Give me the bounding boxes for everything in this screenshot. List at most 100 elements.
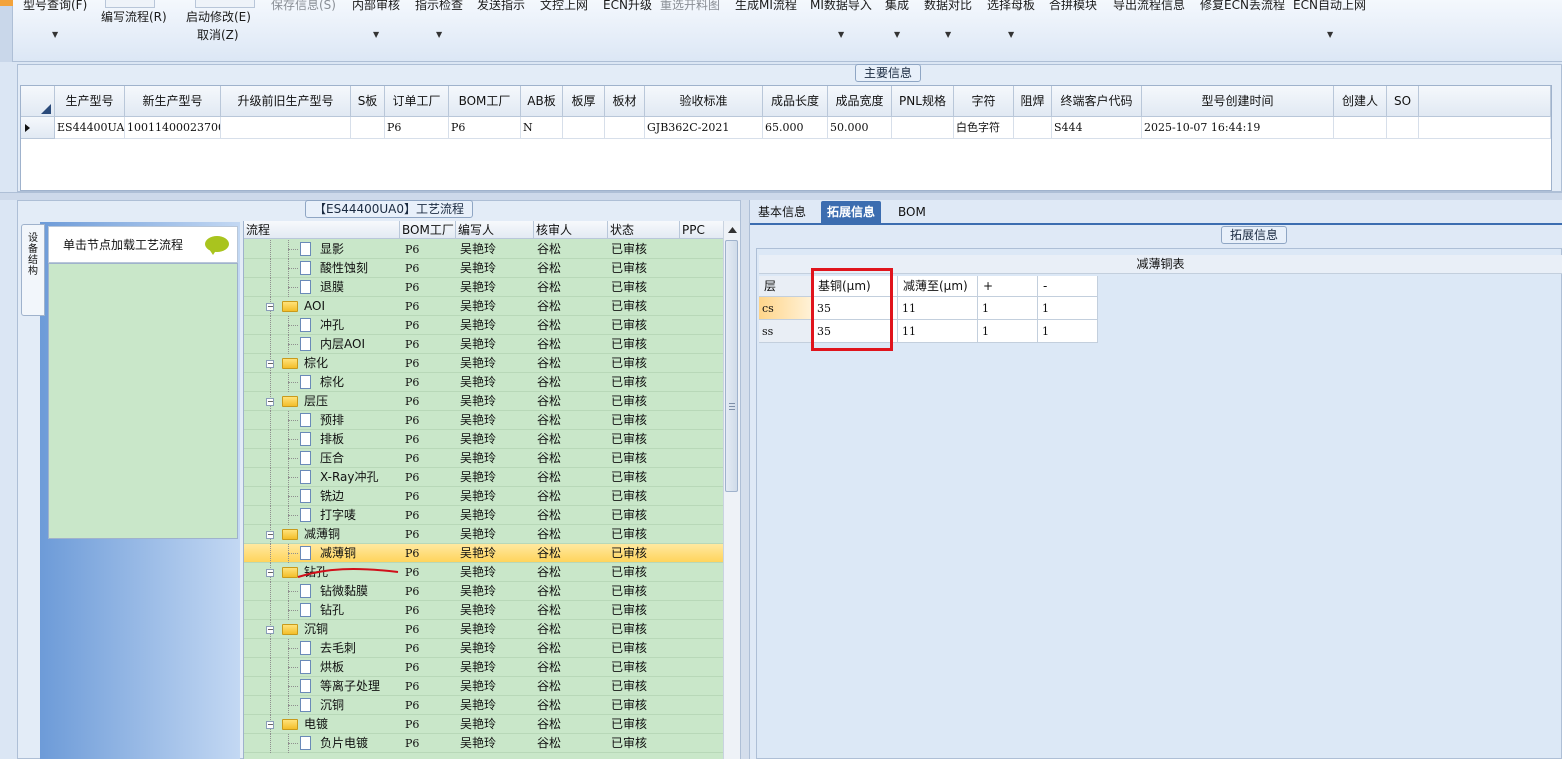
grid-cell[interactable]: P6 xyxy=(449,117,521,139)
value-cell[interactable]: 1 xyxy=(1038,297,1098,320)
tree-node-label[interactable]: 负片电镀 xyxy=(320,734,368,753)
tree-column-header[interactable]: PPC xyxy=(680,221,725,239)
tree-row[interactable]: 压合 P6 吴艳玲 谷松 已审核 xyxy=(244,449,725,468)
column-header[interactable]: BOM工厂 xyxy=(449,86,521,117)
tab-extension-info[interactable]: 拓展信息 xyxy=(821,201,882,225)
collapse-icon[interactable]: − xyxy=(266,303,274,311)
tree-node-label[interactable]: 棕化 xyxy=(304,354,328,373)
grid-cell[interactable] xyxy=(605,117,645,139)
tree-row[interactable]: 负片电镀 P6 吴艳玲 谷松 已审核 xyxy=(244,734,725,753)
tab-basic-info[interactable]: 基本信息 xyxy=(752,201,812,225)
toolbar-button[interactable]: 导出流程信息 xyxy=(1113,0,1185,13)
layer-cell[interactable]: cs xyxy=(759,297,813,320)
collapse-icon[interactable]: − xyxy=(266,531,274,539)
toolbar-button[interactable]: 文控上网 xyxy=(540,0,588,13)
column-header[interactable]: AB板 xyxy=(521,86,563,117)
toolbar-button[interactable]: ECN自动上网 ▼ xyxy=(1293,0,1366,39)
tree-node-label[interactable]: 压合 xyxy=(320,449,344,468)
grid-cell[interactable]: S444 xyxy=(1052,117,1142,139)
grid-cell[interactable] xyxy=(1387,117,1419,139)
grid-cell[interactable]: 10011400023700 xyxy=(125,117,221,139)
column-header[interactable]: 验收标准 xyxy=(645,86,763,117)
table-column-header[interactable]: - xyxy=(1038,276,1098,297)
tree-row[interactable]: 冲孔 P6 吴艳玲 谷松 已审核 xyxy=(244,316,725,335)
toolbar-button[interactable]: 取消(Z) xyxy=(197,26,239,43)
grid-cell[interactable]: N xyxy=(521,117,563,139)
tree-row[interactable]: − 减薄铜 P6 吴艳玲 谷松 已审核 xyxy=(244,525,725,544)
column-header[interactable]: 成品长度 xyxy=(763,86,828,117)
collapse-icon[interactable]: − xyxy=(266,398,274,406)
column-header[interactable]: 板材 xyxy=(605,86,645,117)
column-header[interactable]: 型号创建时间 xyxy=(1142,86,1334,117)
toolbar-button[interactable]: 数据对比 ▼ xyxy=(924,0,972,39)
tree-row[interactable]: 去毛刺 P6 吴艳玲 谷松 已审核 xyxy=(244,639,725,658)
toolbar-button[interactable]: 保存信息(S) xyxy=(271,0,336,13)
table-column-header[interactable]: + xyxy=(978,276,1038,297)
tree-row[interactable]: 烘板 P6 吴艳玲 谷松 已审核 xyxy=(244,658,725,677)
column-header[interactable]: 板厚 xyxy=(563,86,605,117)
collapse-icon[interactable]: − xyxy=(266,360,274,368)
tree-node-label[interactable]: 内层AOI xyxy=(320,335,365,354)
value-cell[interactable]: 1 xyxy=(1038,320,1098,343)
grid-cell[interactable]: ES44400UA0 xyxy=(55,117,125,139)
layer-cell[interactable]: ss xyxy=(759,320,813,343)
toolbar-button[interactable]: ECN升级 xyxy=(603,0,652,13)
tree-row[interactable]: − AOI P6 吴艳玲 谷松 已审核 xyxy=(244,297,725,316)
grid-cell[interactable]: P6 xyxy=(385,117,449,139)
tree-row[interactable]: 退膜 P6 吴艳玲 谷松 已审核 xyxy=(244,278,725,297)
grid-cell[interactable] xyxy=(1334,117,1387,139)
grid-cell[interactable] xyxy=(221,117,351,139)
toolbar-button[interactable]: 选择母板 ▼ xyxy=(987,0,1035,39)
tree-node-label[interactable]: 减薄铜 xyxy=(320,544,356,563)
app-menu-button[interactable] xyxy=(0,0,13,6)
tree-row[interactable]: 内层AOI P6 吴艳玲 谷松 已审核 xyxy=(244,335,725,354)
table-column-header[interactable]: 减薄至(μm) xyxy=(898,276,978,297)
tree-node-label[interactable]: 棕化 xyxy=(320,373,344,392)
grid-cell[interactable] xyxy=(1014,117,1052,139)
tree-node-label[interactable]: AOI xyxy=(304,297,325,316)
column-header[interactable]: 升级前旧生产型号 xyxy=(221,86,351,117)
tree-row[interactable]: − 层压 P6 吴艳玲 谷松 已审核 xyxy=(244,392,725,411)
horizontal-splitter[interactable] xyxy=(0,192,1562,200)
tree-row[interactable]: 棕化 P6 吴艳玲 谷松 已审核 xyxy=(244,373,725,392)
toolbar-button[interactable]: MI数据导入 ▼ xyxy=(810,0,872,39)
tree-row[interactable]: − 沉铜 P6 吴艳玲 谷松 已审核 xyxy=(244,620,725,639)
tree-node-label[interactable]: 铣边 xyxy=(320,487,344,506)
column-header[interactable]: 阻焊 xyxy=(1014,86,1052,117)
tree-node-label[interactable]: 去毛刺 xyxy=(320,639,356,658)
column-header[interactable]: 终端客户代码 xyxy=(1052,86,1142,117)
grid-corner[interactable] xyxy=(21,86,55,117)
tree-node-label[interactable]: 减薄铜 xyxy=(304,525,340,544)
tree-node-label[interactable]: 钻孔 xyxy=(320,601,344,620)
column-header[interactable]: PNL规格 xyxy=(892,86,954,117)
grid-cell[interactable]: 65.000 xyxy=(763,117,828,139)
toolbar-button[interactable]: 编写流程(R) xyxy=(101,8,167,25)
grid-cell[interactable]: 2025-10-07 16:44:19 xyxy=(1142,117,1334,139)
toolbar-button[interactable]: 合拼模块 xyxy=(1049,0,1097,13)
toolbar-button[interactable]: 修复ECN丢流程 xyxy=(1200,0,1285,13)
tree-node-label[interactable]: 酸性蚀刻 xyxy=(320,259,368,278)
tree-node-label[interactable]: 沉铜 xyxy=(304,620,328,639)
grid-cell[interactable]: 白色字符 xyxy=(954,117,1014,139)
tree-row[interactable]: 减薄铜 P6 吴艳玲 谷松 已审核 xyxy=(244,544,725,563)
collapse-icon[interactable]: − xyxy=(266,626,274,634)
tree-row[interactable]: − 电镀 P6 吴艳玲 谷松 已审核 xyxy=(244,715,725,734)
tree-node-label[interactable]: 冲孔 xyxy=(320,316,344,335)
tree-row[interactable]: 酸性蚀刻 P6 吴艳玲 谷松 已审核 xyxy=(244,259,725,278)
column-header[interactable]: 成品宽度 xyxy=(828,86,892,117)
toolbar-button[interactable]: 启动修改(E) xyxy=(186,8,251,25)
tree-column-header[interactable]: 核审人 xyxy=(534,221,608,239)
tree-scroll-thumb[interactable] xyxy=(725,240,738,492)
tree-row[interactable]: X-Ray冲孔 P6 吴艳玲 谷松 已审核 xyxy=(244,468,725,487)
tree-row[interactable]: 排板 P6 吴艳玲 谷松 已审核 xyxy=(244,430,725,449)
table-column-header[interactable]: 层 xyxy=(759,276,813,297)
tree-node-label[interactable]: 等离子处理 xyxy=(320,677,380,696)
tree-node-label[interactable]: 烘板 xyxy=(320,658,344,677)
tab-bom[interactable]: BOM xyxy=(892,201,932,225)
column-header[interactable]: S板 xyxy=(351,86,385,117)
grid-cell[interactable] xyxy=(892,117,954,139)
toolbar-button[interactable]: 内部审核 ▼ xyxy=(352,0,400,39)
tree-row[interactable]: 钻孔 P6 吴艳玲 谷松 已审核 xyxy=(244,601,725,620)
tree-row[interactable]: 沉铜 P6 吴艳玲 谷松 已审核 xyxy=(244,696,725,715)
column-header[interactable]: 新生产型号 xyxy=(125,86,221,117)
